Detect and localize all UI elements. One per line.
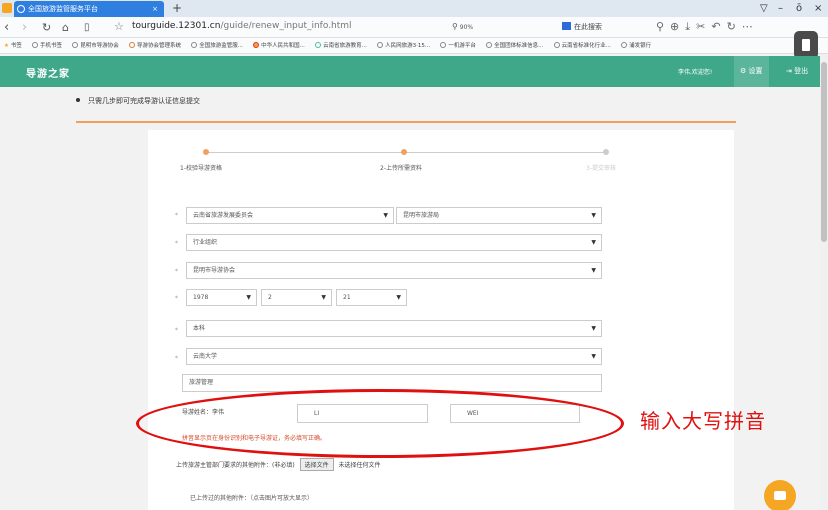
new-tab-button[interactable]: + bbox=[172, 0, 182, 17]
logout-icon: ⇥ bbox=[786, 67, 792, 75]
star-icon[interactable]: ☆ bbox=[114, 20, 124, 33]
chevron-down-icon: ▼ bbox=[591, 353, 596, 360]
minimize-icon[interactable]: – bbox=[778, 0, 783, 17]
birth-year-select[interactable]: 1978 ▼ bbox=[186, 289, 257, 306]
step-dot-2 bbox=[401, 149, 407, 155]
tab-close-icon[interactable]: × bbox=[152, 1, 158, 17]
required-marker: * bbox=[175, 268, 178, 275]
category-select[interactable]: 行业组织 ▼ bbox=[186, 234, 602, 251]
chevron-down-icon: ▼ bbox=[396, 294, 401, 301]
browser-logo-icon bbox=[2, 3, 12, 13]
url-domain: tourguide.12301.cn bbox=[132, 21, 221, 31]
browser-tab[interactable]: 全国旅游监管服务平台 × bbox=[14, 1, 164, 17]
notice-text: 只需几步即可完成导游认证信息提交 bbox=[76, 96, 200, 106]
bookmark-item[interactable]: 云南省标准化行业... bbox=[553, 38, 611, 53]
maximize-icon[interactable]: ō bbox=[796, 0, 802, 17]
required-marker: * bbox=[175, 212, 178, 219]
logout-button[interactable]: ⇥ 登出 bbox=[780, 56, 814, 87]
bookmark-item[interactable]: 导游协会管理系统 bbox=[128, 38, 181, 53]
upload-row: 上传旅游主管部门要求的其他附件：(非必填) 选择文件 未选择任何文件 bbox=[176, 458, 381, 471]
birth-day-select[interactable]: 21 ▼ bbox=[336, 289, 407, 306]
steps-track bbox=[206, 152, 608, 153]
chevron-down-icon: ▼ bbox=[321, 294, 326, 301]
education-select[interactable]: 本科 ▼ bbox=[186, 320, 602, 337]
chevron-down-icon: ▼ bbox=[591, 239, 596, 246]
chevron-down-icon: ▼ bbox=[383, 212, 388, 219]
upload-status: 未选择任何文件 bbox=[338, 462, 381, 469]
step-dot-1 bbox=[203, 149, 209, 155]
province-org-select[interactable]: 云南省旅游发展委员会 ▼ bbox=[186, 207, 394, 224]
bookmark-item[interactable]: 中华人民共和国... bbox=[253, 38, 305, 53]
bookmark-item[interactable]: 云南省旅游教育... bbox=[315, 38, 367, 53]
required-marker: * bbox=[175, 240, 178, 247]
chevron-down-icon: ▼ bbox=[246, 294, 251, 301]
reader-icon[interactable]: ▯ bbox=[84, 19, 90, 36]
settings-button[interactable]: ⚙ 设置 bbox=[734, 56, 769, 87]
site-logo[interactable]: 导游之家 bbox=[26, 65, 70, 80]
floating-scroll-icon[interactable] bbox=[794, 31, 818, 59]
bookmark-item[interactable]: 一机游平台 bbox=[440, 38, 476, 53]
annotation-text: 输入大写拼音 bbox=[640, 409, 766, 433]
chevron-down-icon: ▼ bbox=[591, 325, 596, 332]
zoom-level[interactable]: ⚲ 90% bbox=[452, 22, 473, 31]
birth-month-select[interactable]: 2 ▼ bbox=[261, 289, 332, 306]
window-close-icon[interactable]: × bbox=[814, 0, 822, 17]
url-path: /guide/renew_input_info.html bbox=[220, 21, 352, 31]
association-select[interactable]: 昆明市导游协会 ▼ bbox=[186, 262, 602, 279]
browser-tab-bar: 全国旅游监管服务平台 × + ▽ – ō × bbox=[0, 0, 828, 17]
welcome-text: 李伟,欢迎您! bbox=[678, 69, 713, 76]
choose-file-button[interactable]: 选择文件 bbox=[299, 458, 334, 471]
forward-icon[interactable]: › bbox=[22, 19, 27, 36]
chat-icon[interactable] bbox=[764, 480, 796, 510]
required-marker: * bbox=[175, 355, 178, 362]
search-box[interactable]: 在此搜索 bbox=[562, 22, 602, 32]
bookmark-item[interactable]: ★ 书签 bbox=[4, 38, 22, 53]
required-marker: * bbox=[175, 295, 178, 302]
tab-title: 全国旅游监管服务平台 bbox=[28, 5, 98, 13]
page-scrollbar[interactable] bbox=[820, 54, 828, 510]
window-menu-icon[interactable]: ▽ bbox=[760, 0, 768, 17]
gear-icon: ⚙ bbox=[740, 67, 747, 75]
chevron-down-icon: ▼ bbox=[591, 267, 596, 274]
bookmark-item[interactable]: 手机书签 bbox=[31, 38, 62, 53]
bookmark-item[interactable]: 昆明市导游协会 bbox=[72, 38, 119, 53]
upload-label: 上传旅游主管部门要求的其他附件：(非必填) bbox=[176, 462, 295, 469]
url-field[interactable]: tourguide.12301.cn/guide/renew_input_inf… bbox=[132, 21, 352, 31]
back-icon[interactable]: ‹ bbox=[4, 19, 9, 36]
bookmark-item[interactable]: 人民网旅游3·15... bbox=[377, 38, 430, 53]
divider bbox=[76, 121, 736, 123]
step-label-1: 1-校验导游资格 bbox=[180, 165, 222, 172]
step-label-3: 3-提交审核 bbox=[586, 165, 616, 172]
address-bar: ‹ › ↻ ⌂ ▯ ☆ tourguide.12301.cn/guide/ren… bbox=[0, 17, 828, 38]
bookmark-item[interactable]: 全国旅游监管服... bbox=[191, 38, 243, 53]
bookmarks-bar: ★ 书签 手机书签 昆明市导游协会 导游协会管理系统 全国旅游监管服... 中华… bbox=[0, 38, 828, 54]
home-icon[interactable]: ⌂ bbox=[62, 19, 69, 36]
city-bureau-select[interactable]: 昆明市旅游局 ▼ bbox=[396, 207, 602, 224]
scrollbar-thumb[interactable] bbox=[821, 62, 827, 242]
step-dot-3 bbox=[603, 149, 609, 155]
bookmark-item[interactable]: 全国团体标准信息... bbox=[486, 38, 543, 53]
chevron-down-icon: ▼ bbox=[591, 212, 596, 219]
site-header: 导游之家 李伟,欢迎您! ⚙ 设置 ⇥ 登出 bbox=[0, 56, 828, 87]
search-engine-icon bbox=[562, 22, 571, 30]
reload-icon[interactable]: ↻ bbox=[42, 19, 51, 36]
bookmark-item[interactable]: 浦发银行 bbox=[621, 38, 651, 53]
school-select[interactable]: 云南大学 ▼ bbox=[186, 348, 602, 365]
globe-icon bbox=[17, 5, 25, 13]
highlight-ellipse bbox=[136, 389, 624, 458]
required-marker: * bbox=[175, 327, 178, 334]
step-label-2: 2-上传所需资料 bbox=[380, 165, 422, 172]
toolbar-icons[interactable]: ⚲⊕⤓✂↶↻⋯ bbox=[656, 20, 759, 34]
uploaded-files-label: 已上传过的其他附件：（点击图片可放大显示） bbox=[190, 495, 314, 502]
